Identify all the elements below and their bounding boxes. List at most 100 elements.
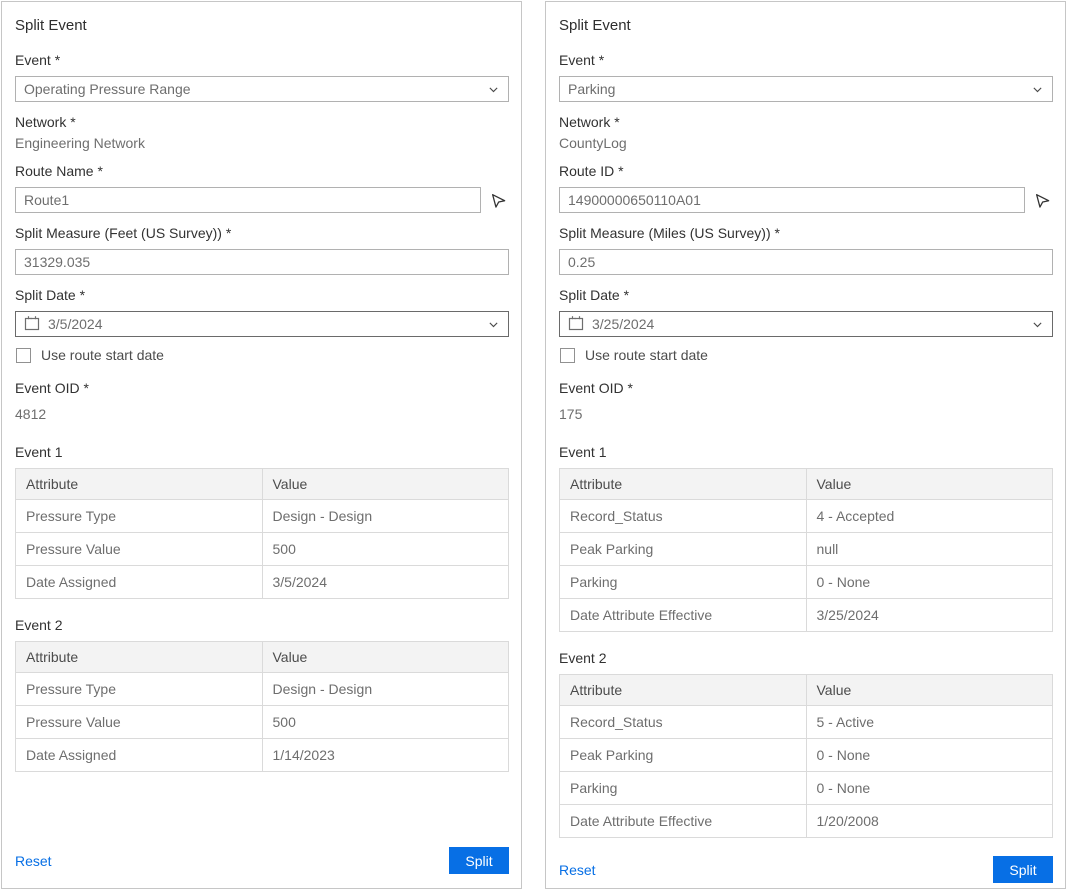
route-input-value: Route1 — [24, 192, 69, 208]
value-cell: 0 - None — [806, 772, 1053, 805]
event-1-table: Attribute Value Pressure TypeDesign - De… — [15, 468, 509, 599]
event-label: Event * — [559, 52, 1053, 68]
attribute-cell: Parking — [560, 772, 807, 805]
route-label: Route Name * — [15, 163, 509, 179]
table-row: Date Assigned1/14/2023 — [16, 739, 509, 772]
route-input-value: 14900000650110A01 — [568, 192, 701, 208]
event-select[interactable]: Operating Pressure Range — [15, 76, 509, 102]
attribute-cell: Pressure Value — [16, 706, 263, 739]
panel-footer: Reset Split — [15, 847, 509, 876]
attribute-cell: Peak Parking — [560, 739, 807, 772]
use-route-start-date-checkbox[interactable]: Use route start date — [560, 347, 1053, 363]
table-row: Pressure Value500 — [16, 706, 509, 739]
route-input[interactable]: 14900000650110A01 — [559, 187, 1025, 213]
use-route-start-date-checkbox[interactable]: Use route start date — [16, 347, 509, 363]
event-1-table: Attribute Value Record_Status4 - Accepte… — [559, 468, 1053, 632]
attribute-cell: Record_Status — [560, 706, 807, 739]
value-header: Value — [262, 642, 509, 673]
value-cell: Design - Design — [262, 673, 509, 706]
table-row: Pressure TypeDesign - Design — [16, 673, 509, 706]
network-label: Network * — [15, 114, 509, 130]
chevron-down-icon — [487, 318, 500, 331]
table-row: Date Attribute Effective1/20/2008 — [560, 805, 1053, 838]
attribute-cell: Record_Status — [560, 500, 807, 533]
measure-input[interactable]: 0.25 — [559, 249, 1053, 275]
event-1-title: Event 1 — [559, 444, 1053, 460]
attribute-cell: Pressure Type — [16, 673, 263, 706]
page-title: Split Event — [15, 17, 509, 34]
route-field: Route ID * 14900000650110A01 — [559, 163, 1053, 213]
table-row: Date Attribute Effective3/25/2024 — [560, 599, 1053, 632]
event-oid-field: Event OID * 175 — [559, 380, 1053, 422]
route-input[interactable]: Route1 — [15, 187, 481, 213]
split-button[interactable]: Split — [449, 847, 509, 874]
value-header: Value — [806, 675, 1053, 706]
map-pick-cursor-icon[interactable] — [487, 189, 509, 211]
map-pick-cursor-icon[interactable] — [1031, 189, 1053, 211]
event-2-table: Attribute Value Pressure TypeDesign - De… — [15, 641, 509, 772]
date-value: 3/5/2024 — [48, 316, 487, 332]
split-button[interactable]: Split — [993, 856, 1053, 883]
attribute-cell: Pressure Value — [16, 533, 263, 566]
event-field: Event * Operating Pressure Range — [15, 52, 509, 102]
table-row: Parking0 - None — [560, 772, 1053, 805]
event-select-value: Parking — [568, 81, 615, 97]
value-cell: Design - Design — [262, 500, 509, 533]
measure-input-value: 0.25 — [568, 254, 595, 270]
value-cell: 4 - Accepted — [806, 500, 1053, 533]
event-label: Event * — [15, 52, 509, 68]
value-cell: 1/14/2023 — [262, 739, 509, 772]
attribute-cell: Peak Parking — [560, 533, 807, 566]
network-value: Engineering Network — [15, 135, 509, 151]
calendar-icon — [24, 315, 40, 334]
table-row: Parking0 - None — [560, 566, 1053, 599]
event-1-section: Event 1 Attribute Value Record_Status4 -… — [559, 444, 1053, 632]
event-oid-value: 4812 — [15, 406, 509, 422]
value-cell: 500 — [262, 706, 509, 739]
event-oid-value: 175 — [559, 406, 1053, 422]
date-value: 3/25/2024 — [592, 316, 1031, 332]
event-2-title: Event 2 — [15, 617, 509, 633]
event-field: Event * Parking — [559, 52, 1053, 102]
reset-button[interactable]: Reset — [15, 853, 52, 869]
reset-button[interactable]: Reset — [559, 862, 596, 878]
measure-label: Split Measure (Feet (US Survey)) * — [15, 225, 509, 241]
value-cell: null — [806, 533, 1053, 566]
date-picker[interactable]: 3/25/2024 — [559, 311, 1053, 337]
checkbox-icon[interactable] — [16, 348, 31, 363]
date-field: Split Date * 3/25/2024 — [559, 287, 1053, 337]
table-row: Record_Status5 - Active — [560, 706, 1053, 739]
value-cell: 500 — [262, 533, 509, 566]
network-value: CountyLog — [559, 135, 1053, 151]
table-row: Peak Parkingnull — [560, 533, 1053, 566]
network-field: Network * Engineering Network — [15, 114, 509, 151]
panel-footer: Reset Split — [559, 856, 1053, 885]
value-cell: 3/5/2024 — [262, 566, 509, 599]
table-row: Pressure TypeDesign - Design — [16, 500, 509, 533]
date-label: Split Date * — [559, 287, 1053, 303]
table-row: Pressure Value500 — [16, 533, 509, 566]
event-oid-label: Event OID * — [559, 380, 1053, 396]
measure-field: Split Measure (Feet (US Survey)) * 31329… — [15, 225, 509, 275]
split-event-panel-right: Split Event Event * Parking Network * Co… — [545, 1, 1066, 889]
chevron-down-icon — [1031, 83, 1044, 96]
table-row: Date Assigned3/5/2024 — [16, 566, 509, 599]
event-select[interactable]: Parking — [559, 76, 1053, 102]
attribute-cell: Date Attribute Effective — [560, 805, 807, 838]
attribute-cell: Date Attribute Effective — [560, 599, 807, 632]
page-title: Split Event — [559, 17, 1053, 34]
event-2-section: Event 2 Attribute Value Record_Status5 -… — [559, 650, 1053, 838]
event-2-section: Event 2 Attribute Value Pressure TypeDes… — [15, 617, 509, 772]
measure-input[interactable]: 31329.035 — [15, 249, 509, 275]
event-select-value: Operating Pressure Range — [24, 81, 191, 97]
event-1-section: Event 1 Attribute Value Pressure TypeDes… — [15, 444, 509, 599]
attribute-cell: Date Assigned — [16, 739, 263, 772]
attribute-cell: Pressure Type — [16, 500, 263, 533]
value-cell: 3/25/2024 — [806, 599, 1053, 632]
value-cell: 5 - Active — [806, 706, 1053, 739]
date-picker[interactable]: 3/5/2024 — [15, 311, 509, 337]
table-row: Record_Status4 - Accepted — [560, 500, 1053, 533]
checkbox-icon[interactable] — [560, 348, 575, 363]
event-2-table: Attribute Value Record_Status5 - ActiveP… — [559, 674, 1053, 838]
attribute-cell: Parking — [560, 566, 807, 599]
